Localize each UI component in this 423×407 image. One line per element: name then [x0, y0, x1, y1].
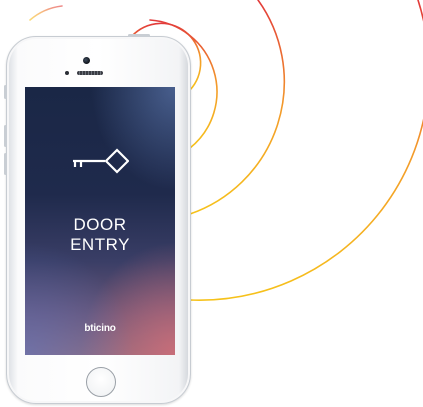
home-button[interactable]: [86, 367, 116, 397]
front-camera: [83, 57, 90, 64]
brand-logo: bticino: [84, 323, 116, 334]
sensor-dot: [65, 71, 69, 75]
mute-switch: [4, 85, 7, 99]
app-splash-screen: DOOR ENTRY bticino: [25, 87, 175, 355]
power-button: [128, 34, 150, 37]
app-title-line-1: DOOR: [73, 215, 127, 234]
volume-up-button: [4, 125, 7, 147]
key-icon: [73, 148, 129, 174]
smartphone: DOOR ENTRY bticino: [4, 34, 191, 404]
app-title: DOOR ENTRY: [25, 215, 175, 255]
app-title-line-2: ENTRY: [70, 235, 130, 254]
volume-down-button: [4, 153, 7, 175]
earpiece-speaker: [77, 71, 103, 75]
